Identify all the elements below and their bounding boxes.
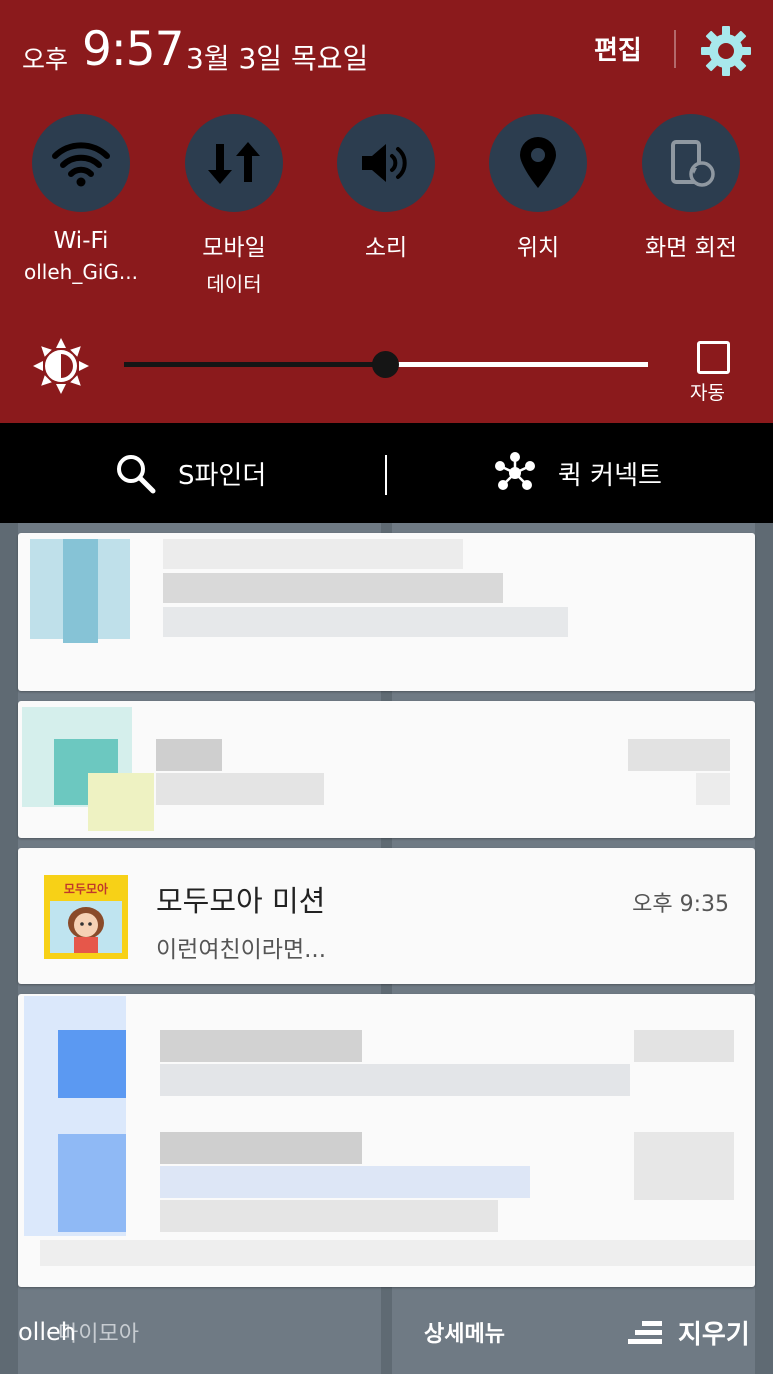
carrier-label: olleh (18, 1318, 76, 1346)
blurred-text (163, 607, 568, 637)
notification-card-blurred-3[interactable] (18, 994, 755, 1287)
toggle-screen-rotation-label: 화면 회전 (645, 235, 737, 261)
toggle-mobile-data-sublabel: 데이터 (206, 272, 262, 296)
toggle-screen-rotation[interactable]: 화면 회전 (615, 114, 767, 262)
edit-button[interactable]: 편집 (594, 30, 642, 67)
modumoa-app-icon: 모두모아 (44, 875, 128, 959)
quick-connect-label: 퀵 커넥트 (558, 460, 662, 491)
cartoon-character-icon (50, 901, 122, 953)
clear-all-label: 지우기 (678, 1320, 750, 1350)
blurred-time (634, 1030, 734, 1062)
mobile-data-icon (208, 142, 260, 184)
toggle-mobile-data-button[interactable] (185, 114, 283, 212)
notification-time: 오후 9:35 (632, 892, 729, 917)
toggle-wifi-button[interactable] (32, 114, 130, 212)
header-divider (674, 30, 676, 68)
bar-divider (385, 455, 387, 495)
notification-text: 이런여친이라면... (156, 937, 327, 963)
quick-panel: 오후 9:57 3월 3일 목요일 편집 Wi-Fi olleh_GiG... … (0, 0, 773, 423)
toggle-mobile-data[interactable]: 모바일 데이터 (158, 114, 310, 297)
brightness-slider-thumb[interactable] (372, 351, 399, 378)
status-ampm: 오후 (22, 45, 69, 74)
notification-card-modumoa-mission[interactable]: 모두모아 모두모아 미션 이런여친이라면... 오후 9:35 (18, 848, 755, 984)
wifi-icon (52, 142, 110, 187)
toggle-sound-label: 소리 (364, 235, 408, 261)
brightness-track-filled[interactable] (124, 362, 386, 367)
background-label-right: 상세메뉴 (424, 1322, 505, 1347)
sfinder-label: S파인더 (178, 460, 267, 491)
toggle-wifi-sublabel: olleh_GiG... (24, 260, 138, 284)
blurred-title (156, 739, 222, 771)
toggle-wifi-label: Wi-Fi (53, 228, 109, 254)
location-icon (520, 137, 556, 188)
toggle-wifi[interactable]: Wi-Fi olleh_GiG... (5, 114, 157, 284)
brightness-track-empty[interactable] (386, 362, 648, 367)
quick-connect-icon (495, 452, 535, 490)
toggle-location-label: 위치 (516, 235, 560, 261)
notification-card-blurred-2[interactable] (18, 701, 755, 838)
notification-title: 모두모아 미션 (156, 884, 326, 918)
status-date: 3월 3일 목요일 (186, 42, 369, 75)
blurred-title (163, 539, 463, 569)
search-connect-bar: S파인더 퀵 커넥트 (0, 423, 773, 523)
settings-gear-icon[interactable] (700, 25, 752, 77)
toggle-sound-button[interactable] (337, 114, 435, 212)
toggle-mobile-data-label: 모바일 (202, 235, 266, 261)
clear-all-button[interactable]: 지우기 (628, 1314, 750, 1351)
blurred-title (160, 1030, 362, 1062)
modumoa-logo-text: 모두모아 (63, 882, 109, 896)
notification-card-blurred-1[interactable] (18, 533, 755, 691)
blurred-text (160, 1064, 630, 1096)
status-time: 9:57 (82, 22, 185, 77)
brightness-sun-icon (33, 338, 89, 394)
toggle-location[interactable]: 위치 (462, 114, 614, 262)
sfinder-button[interactable]: S파인더 (114, 423, 266, 523)
sound-icon (362, 144, 407, 182)
quick-connect-button[interactable]: 퀵 커넥트 (494, 423, 662, 523)
screen-rotation-icon (671, 140, 715, 187)
clear-all-icon (628, 1320, 662, 1344)
blurred-time (628, 739, 730, 771)
toggle-screen-rotation-button[interactable] (642, 114, 740, 212)
search-icon (117, 455, 156, 494)
toggle-sound[interactable]: 소리 (310, 114, 462, 262)
auto-brightness-label: 자동 (690, 382, 725, 404)
toggle-location-button[interactable] (489, 114, 587, 212)
blurred-text (156, 773, 324, 805)
auto-brightness-checkbox[interactable] (697, 341, 730, 374)
